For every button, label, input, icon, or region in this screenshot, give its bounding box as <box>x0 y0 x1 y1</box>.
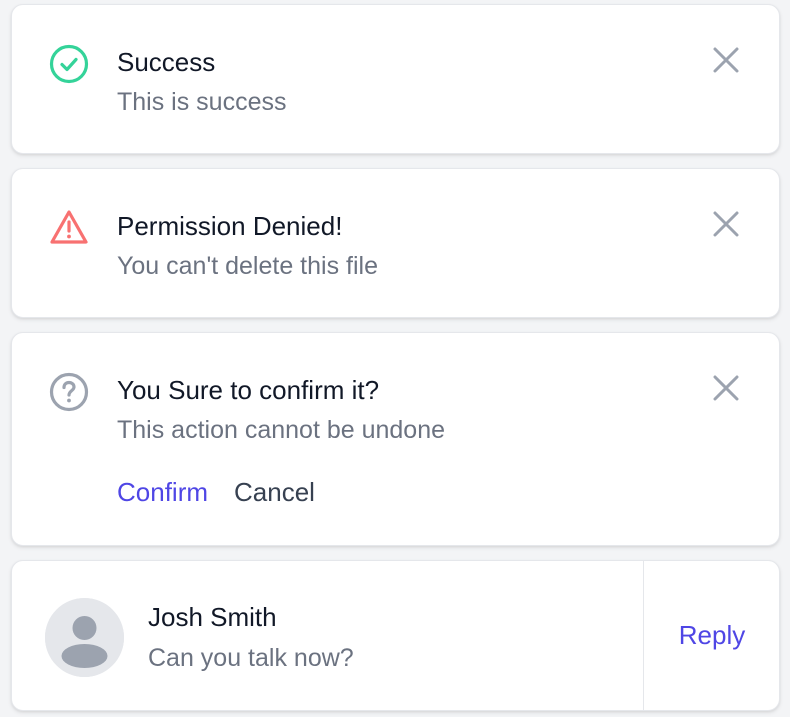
confirm-notification: You Sure to confirm it? This action cann… <box>11 332 780 546</box>
sender-name: Josh Smith <box>148 602 277 632</box>
message-body[interactable]: Josh Smith Can you talk now? <box>12 561 643 710</box>
user-avatar-icon <box>45 598 124 677</box>
cancel-button[interactable]: Cancel <box>234 475 315 509</box>
close-icon[interactable] <box>709 371 743 405</box>
message-text: Can you talk now? <box>148 644 354 672</box>
success-notification: Success This is success <box>11 4 780 154</box>
notification-title: Permission Denied! <box>117 211 343 241</box>
notification-message: This is success <box>117 88 287 116</box>
close-icon[interactable] <box>709 43 743 77</box>
notification-title: Success <box>117 47 216 77</box>
notification-message: This action cannot be undone <box>117 416 446 444</box>
warning-triangle-icon <box>48 207 90 249</box>
check-circle-icon <box>48 43 90 85</box>
notification-stack: Success This is success Permission Denie… <box>0 0 790 717</box>
notification-message: You can't delete this file <box>117 252 378 280</box>
error-notification: Permission Denied! You can't delete this… <box>11 168 780 318</box>
reply-button[interactable]: Reply <box>644 561 780 710</box>
notification-title: You Sure to confirm it? <box>117 375 380 405</box>
confirm-button[interactable]: Confirm <box>117 475 208 509</box>
close-icon[interactable] <box>709 207 743 241</box>
confirm-actions: Confirm Cancel <box>117 475 315 509</box>
question-circle-icon <box>48 371 90 413</box>
message-notification: Josh Smith Can you talk now? Reply <box>11 560 780 711</box>
